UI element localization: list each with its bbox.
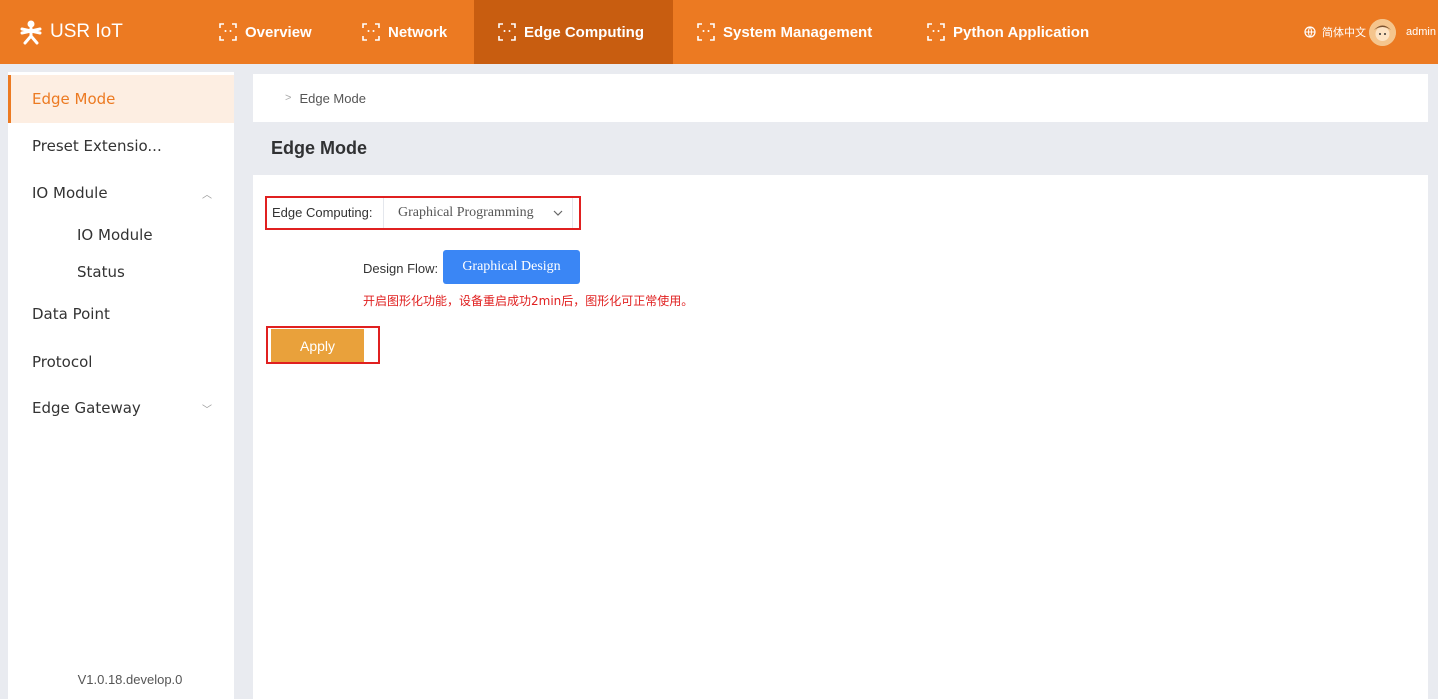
sidebar-item-label: Protocol bbox=[32, 353, 93, 371]
highlight-box bbox=[266, 326, 380, 364]
scan-frame-icon bbox=[362, 23, 380, 41]
sidebar-item-protocol[interactable]: Protocol bbox=[8, 338, 234, 386]
sidebar-item-io-module[interactable]: IO Module ︿ bbox=[8, 169, 234, 217]
app-logo[interactable]: USR IoT bbox=[18, 18, 123, 46]
nav-label: System Management bbox=[723, 23, 873, 41]
graphical-design-button[interactable]: Graphical Design bbox=[443, 250, 580, 284]
top-nav-bar: USR IoT Overview Network Edge Computing … bbox=[0, 0, 1438, 64]
notice-text: 开启图形化功能，设备重启成功2min后，图形化可正常使用。 bbox=[363, 294, 694, 308]
nav-label: Network bbox=[388, 23, 448, 41]
sidebar-item-edge-mode[interactable]: Edge Mode bbox=[8, 75, 234, 123]
sidebar-item-label: Status bbox=[77, 263, 125, 281]
nav-system-management[interactable]: System Management bbox=[697, 0, 872, 64]
chevron-right-icon: > bbox=[285, 92, 292, 104]
scan-frame-icon bbox=[498, 23, 516, 41]
nav-label: Python Application bbox=[953, 23, 1090, 41]
sidebar-item-data-point[interactable]: Data Point bbox=[8, 290, 234, 338]
sidebar-item-label: Edge Gateway bbox=[32, 399, 141, 417]
sidebar-item-label: Data Point bbox=[32, 305, 110, 323]
nav-network[interactable]: Network bbox=[362, 0, 447, 64]
user-avatar-icon bbox=[1369, 19, 1396, 46]
sidebar-item-edge-gateway[interactable]: Edge Gateway ﹀ bbox=[8, 384, 234, 432]
scan-frame-icon bbox=[219, 23, 237, 41]
chevron-down-icon: ﹀ bbox=[202, 404, 212, 416]
language-label: 简体中文 bbox=[1322, 27, 1366, 39]
sidebar-item-label: Preset Extensio... bbox=[32, 137, 162, 155]
nav-label: Overview bbox=[245, 23, 312, 41]
usr-logo-icon bbox=[20, 20, 42, 45]
sidebar-item-label: IO Module bbox=[77, 226, 153, 244]
scan-frame-icon bbox=[697, 23, 715, 41]
nav-overview[interactable]: Overview bbox=[219, 0, 312, 64]
sidebar-item-label: IO Module bbox=[32, 184, 108, 202]
username[interactable]: admin bbox=[1406, 0, 1436, 64]
version-label: V1.0.18.develop.0 bbox=[77, 672, 183, 687]
scan-frame-icon bbox=[927, 23, 945, 41]
breadcrumb: > Edge Mode bbox=[253, 74, 1428, 122]
sidebar: Edge Mode Preset Extensio... IO Module ︿… bbox=[8, 72, 234, 699]
nav-edge-computing[interactable]: Edge Computing bbox=[474, 0, 673, 64]
design-flow-label: Design Flow: bbox=[363, 261, 439, 276]
language-switcher[interactable]: 简体中文 bbox=[1304, 0, 1366, 64]
page-title: Edge Mode bbox=[271, 138, 368, 158]
nav-label: Edge Computing bbox=[524, 23, 644, 41]
sidebar-item-preset-extension[interactable]: Preset Extensio... bbox=[8, 122, 234, 170]
app-logo-text: USR IoT bbox=[50, 21, 123, 42]
nav-python-application[interactable]: Python Application bbox=[927, 0, 1089, 64]
sidebar-item-label: Edge Mode bbox=[32, 90, 116, 108]
chevron-up-icon: ︿ bbox=[202, 189, 212, 201]
breadcrumb-current[interactable]: Edge Mode bbox=[299, 91, 366, 106]
sidebar-subitem-io-module[interactable]: IO Module bbox=[8, 217, 234, 253]
globe-icon bbox=[1304, 26, 1316, 38]
sidebar-subitem-status[interactable]: Status bbox=[8, 254, 234, 290]
highlight-box bbox=[265, 196, 581, 230]
content-panel bbox=[253, 175, 1428, 699]
avatar[interactable] bbox=[1369, 19, 1396, 46]
